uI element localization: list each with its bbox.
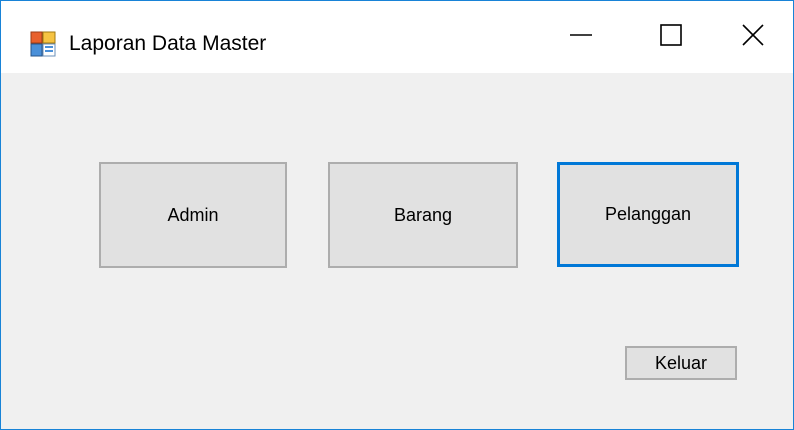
- close-icon: [741, 23, 765, 52]
- maximize-button[interactable]: [621, 1, 721, 73]
- barang-button[interactable]: Barang: [328, 162, 518, 268]
- app-window: Laporan Data Master Admin Barang Pelangg…: [0, 0, 794, 430]
- minimize-button[interactable]: [531, 1, 631, 73]
- minimize-icon: [569, 23, 593, 52]
- keluar-button[interactable]: Keluar: [625, 346, 737, 380]
- close-button[interactable]: [713, 1, 793, 73]
- pelanggan-button[interactable]: Pelanggan: [557, 162, 739, 267]
- window-title: Laporan Data Master: [69, 32, 267, 55]
- maximize-icon: [659, 23, 683, 52]
- form-app-icon: [30, 31, 56, 57]
- admin-button[interactable]: Admin: [99, 162, 287, 268]
- title-bar[interactable]: Laporan Data Master: [1, 1, 793, 73]
